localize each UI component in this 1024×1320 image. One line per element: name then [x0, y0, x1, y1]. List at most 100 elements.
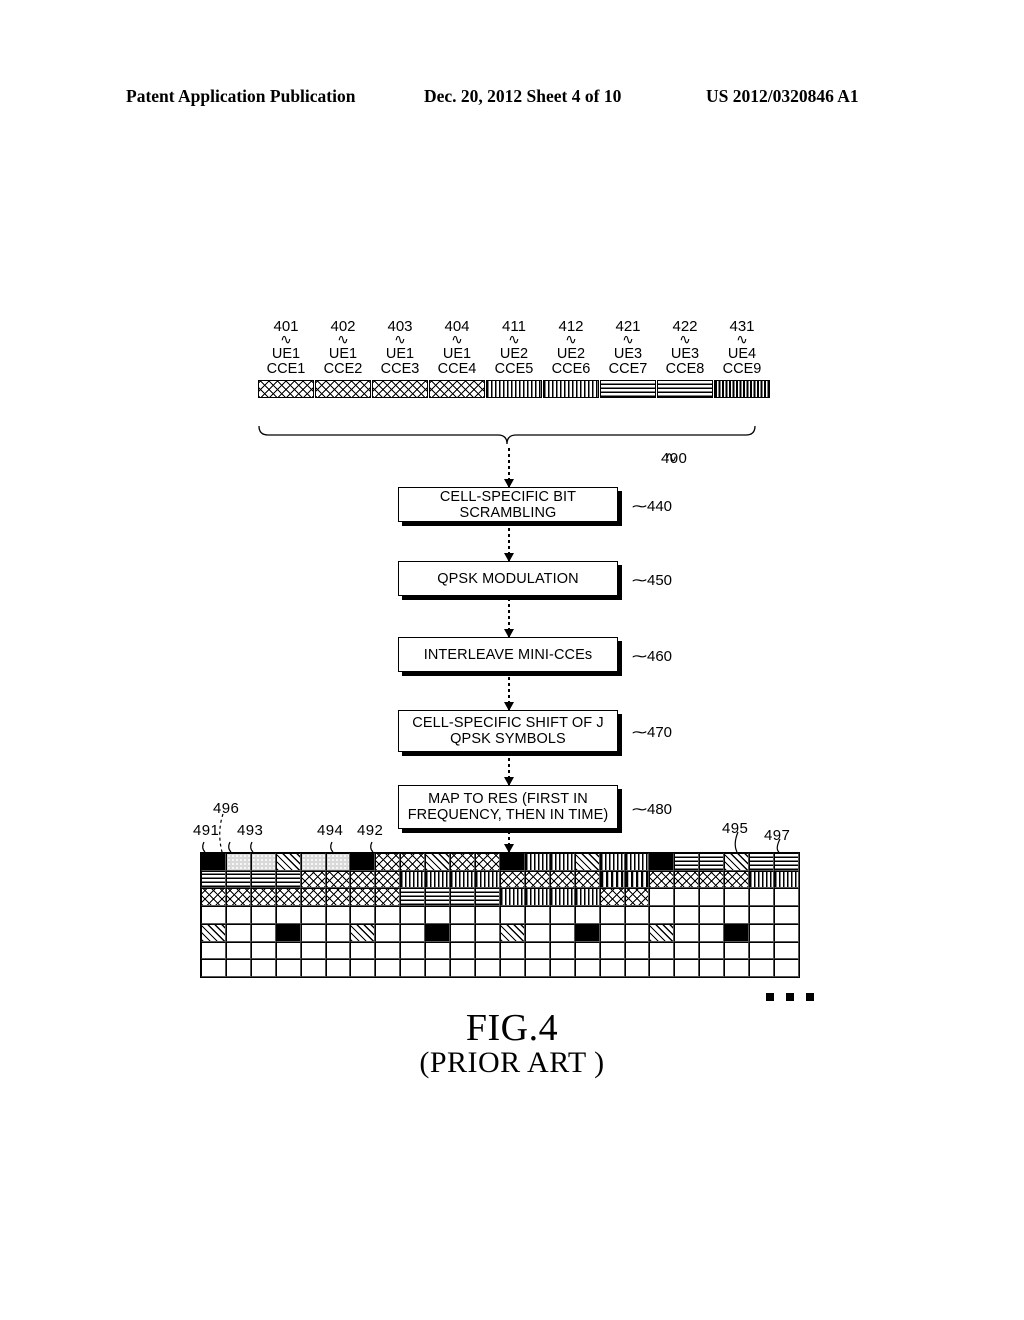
grid-cell — [624, 906, 650, 924]
flow-arrow-3 — [504, 596, 514, 638]
grid-cell — [225, 906, 251, 924]
flow-step-label: QPSK MODULATION — [437, 570, 579, 587]
grid-cell — [300, 959, 326, 977]
grid-cell — [225, 923, 251, 942]
cce-pattern-swatch — [315, 380, 371, 398]
grid-cell — [624, 941, 650, 960]
grid-cell — [774, 959, 799, 977]
grid-cell — [201, 923, 226, 942]
grid-cell — [375, 906, 401, 924]
cce-pattern-swatch — [429, 380, 485, 398]
cce-pattern-swatch — [486, 380, 542, 398]
grid-cell — [300, 888, 326, 907]
grid-cell — [275, 941, 301, 960]
grid-cell — [624, 923, 650, 942]
continuation-dots — [766, 988, 826, 1006]
cce-index-label: CCE6 — [551, 361, 591, 377]
grid-cell — [325, 888, 351, 907]
cce-ue-label: UE1 — [328, 346, 358, 362]
ref-number: 470 — [647, 724, 673, 741]
grid-cell — [524, 906, 550, 924]
grid-cell — [375, 959, 401, 977]
grid-cell — [300, 906, 326, 924]
grid-cell — [250, 923, 276, 942]
cce-index-label: CCE4 — [437, 361, 477, 377]
grid-cell — [425, 923, 451, 942]
grid-cell — [599, 906, 625, 924]
grid-cell — [201, 888, 226, 907]
grid-cell — [325, 870, 351, 889]
grid-cell — [549, 941, 575, 960]
grid-cell — [201, 959, 226, 977]
grid-cell — [549, 888, 575, 907]
grid-cell — [524, 888, 550, 907]
grid-cell — [425, 870, 451, 889]
grid-cell — [201, 870, 226, 889]
grid-cell — [499, 870, 525, 889]
flow-arrow-4 — [504, 672, 514, 711]
cce-ue-label: UE1 — [442, 346, 472, 362]
grid-cell — [724, 941, 750, 960]
grid-cell — [599, 888, 625, 907]
grid-cell — [350, 906, 376, 924]
grid-cell — [425, 941, 451, 960]
grid-cell — [749, 923, 775, 942]
cce-pattern-swatch — [372, 380, 428, 398]
grid-cell — [250, 870, 276, 889]
cce-block-row: 401 ∿ UE1 CCE1 402 ∿ UE1 CCE2 403 ∿ UE1 CCE3 404 ∿ UE1… — [0, 318, 1024, 428]
grid-cell — [649, 923, 675, 942]
grid-cell — [425, 959, 451, 977]
cce-index-label: CCE3 — [380, 361, 420, 377]
flow-step-label: INTERLEAVE MINI-CCEs — [423, 646, 593, 663]
flow-step-label: CELL-SPECIFIC SHIFT OF J QPSK SYMBOLS — [412, 715, 604, 747]
grid-cell — [350, 870, 376, 889]
grid-cell — [499, 906, 525, 924]
cce-block-cce8: 422 ∿ UE3 CCE8 — [657, 318, 713, 398]
grid-cell — [250, 906, 276, 924]
grid-cell — [475, 870, 500, 889]
header-publication-number: US 2012/0320846 A1 — [706, 86, 859, 106]
grid-cell — [450, 906, 476, 924]
grid-cell — [499, 959, 525, 977]
grid-cell — [674, 888, 700, 907]
cce-pattern-swatch — [600, 380, 656, 398]
grid-cell — [649, 870, 675, 889]
cce-block-cce9: 431 ∿ UE4 CCE9 — [714, 318, 770, 398]
grid-cell — [250, 941, 276, 960]
grid-cell — [624, 888, 650, 907]
grid-cell — [674, 906, 700, 924]
flow-step-460[interactable]: INTERLEAVE MINI-CCEs — [398, 637, 618, 672]
grid-cell — [325, 941, 351, 960]
grid-cell — [225, 959, 251, 977]
cce-ue-label: UE2 — [499, 346, 529, 362]
grid-cell — [275, 888, 301, 907]
grid-cell — [450, 959, 476, 977]
flow-step-450[interactable]: QPSK MODULATION — [398, 561, 618, 596]
cce-block-cce4: 404 ∿ UE1 CCE4 — [429, 318, 485, 398]
grid-cell — [774, 923, 799, 942]
cce-block-cce3: 403 ∿ UE1 CCE3 — [372, 318, 428, 398]
grid-cell — [724, 923, 750, 942]
grid-cell — [375, 888, 401, 907]
grid-cell — [699, 959, 725, 977]
grid-cell — [549, 906, 575, 924]
grid-cell — [574, 959, 600, 977]
cce-pattern-swatch — [714, 380, 770, 398]
grid-cell — [400, 923, 426, 942]
grid-cell — [225, 870, 251, 889]
cce-pattern-swatch — [543, 380, 599, 398]
grid-cell — [699, 906, 725, 924]
cce-index-label: CCE9 — [722, 361, 762, 377]
cce-block-cce2: 402 ∿ UE1 CCE2 — [315, 318, 371, 398]
figure-prior-art-note: (PRIOR ART ) — [419, 1046, 605, 1079]
ref-squiggle: ⁓ — [632, 724, 647, 741]
cce-block-cce1: 401 ∿ UE1 CCE1 — [258, 318, 314, 398]
grid-cell — [749, 959, 775, 977]
grid-cell — [749, 941, 775, 960]
grid-cell — [350, 923, 376, 942]
cce-index-label: CCE1 — [266, 361, 306, 377]
grid-cell — [475, 906, 500, 924]
flow-step-470[interactable]: CELL-SPECIFIC SHIFT OF J QPSK SYMBOLS — [398, 710, 618, 752]
grid-cell — [549, 923, 575, 942]
flow-step-440[interactable]: CELL-SPECIFIC BIT SCRAMBLING — [398, 487, 618, 522]
